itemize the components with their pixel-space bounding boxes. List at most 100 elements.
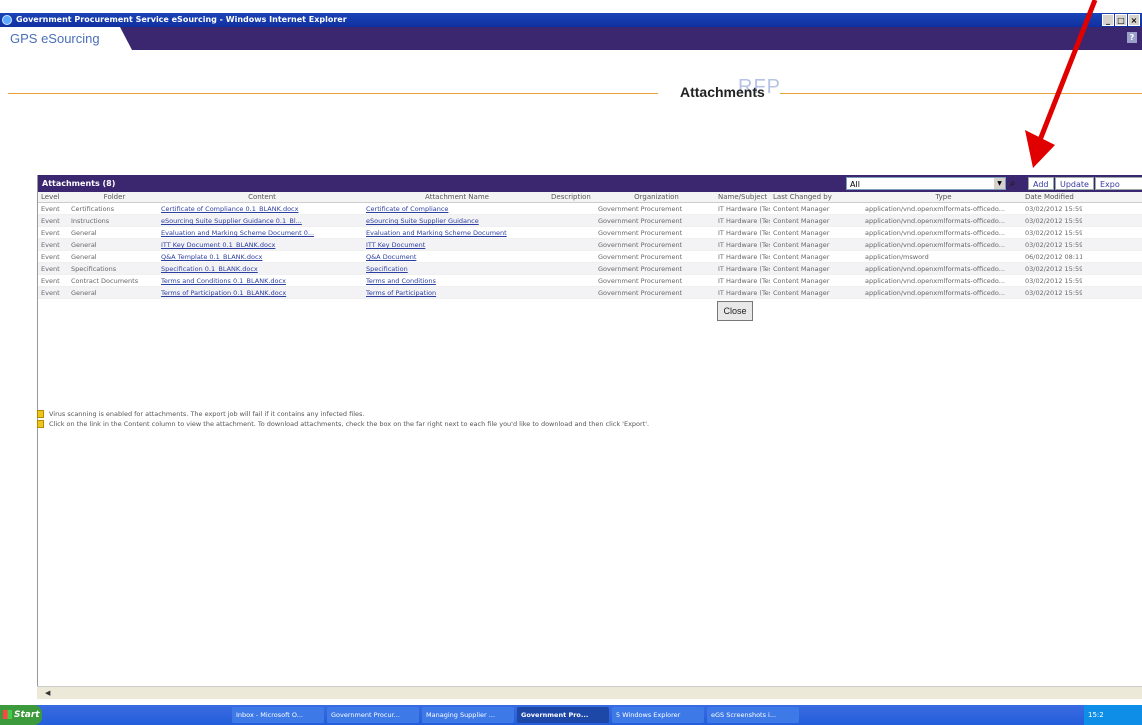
taskbar-item[interactable]: Government Procur... <box>327 707 419 723</box>
col-description[interactable]: Description <box>548 192 595 202</box>
info-icon <box>37 410 44 418</box>
table-row[interactable]: Event Specifications Specification 0.1_B… <box>38 263 1142 275</box>
table-row[interactable]: Event General ITT Key Document 0.1_BLANK… <box>38 239 1142 251</box>
cell-description <box>548 239 595 250</box>
maximize-button[interactable]: □ <box>1115 14 1127 26</box>
content-link[interactable]: Evaluation and Marking Scheme Document 0… <box>158 227 363 238</box>
info-icon <box>37 420 44 428</box>
col-type[interactable]: Type <box>862 192 1022 202</box>
content-link[interactable]: Terms and Conditions 0.1_BLANK.docx <box>158 275 363 286</box>
col-date-modified[interactable]: Date Modified <box>1022 192 1082 202</box>
cell-description <box>548 287 595 298</box>
cell-date-modified: 03/02/2012 15:59 <box>1025 289 1082 297</box>
col-folder[interactable]: Folder <box>68 192 158 202</box>
cell-last-changed-by: Content Manager <box>773 265 830 273</box>
panel-header: Attachments (8) All ▼ ⌕ Add Update Expo <box>38 175 1142 192</box>
taskbar-item[interactable]: Managing Supplier ... <box>422 707 514 723</box>
content-link[interactable]: Specification 0.1_BLANK.docx <box>158 263 363 274</box>
cell-type: application/vnd.openxmlformats-officedo.… <box>865 217 1005 225</box>
start-button[interactable]: Start <box>0 705 42 725</box>
table-row[interactable]: Event Contract Documents Terms and Condi… <box>38 275 1142 287</box>
close-button[interactable]: Close <box>717 301 753 321</box>
table-row[interactable]: Event Certifications Certificate of Comp… <box>38 203 1142 215</box>
taskbar-item[interactable]: 5 Windows Explorer <box>612 707 704 723</box>
col-attachment-name[interactable]: Attachment Name <box>363 192 548 202</box>
cell-name-subject: IT Hardware (Test) <box>718 217 770 225</box>
content-link[interactable]: ITT Key Document 0.1_BLANK.docx <box>158 239 363 250</box>
ie-icon <box>2 15 12 25</box>
cell-description <box>548 263 595 274</box>
cell-last-changed-by: Content Manager <box>773 205 830 213</box>
attachment-link[interactable]: Terms of Participation <box>363 287 548 298</box>
cell-name-subject: IT Hardware (Test) <box>718 241 770 249</box>
cell-last-changed-by: Content Manager <box>773 217 830 225</box>
cell-last-changed-by: Content Manager <box>773 253 830 261</box>
binoculars-icon[interactable]: ⌕ <box>1010 178 1022 189</box>
cell-level: Event <box>41 241 60 249</box>
window-title: Government Procurement Service eSourcing… <box>16 15 347 24</box>
window-controls: _ □ × <box>1102 14 1140 26</box>
cell-organization: Government Procurement <box>598 241 683 249</box>
note-text: Virus scanning is enabled for attachment… <box>49 410 365 418</box>
system-tray-clock[interactable]: 15:2 <box>1084 705 1142 725</box>
dropdown-arrow-icon[interactable]: ▼ <box>994 178 1005 189</box>
col-organization[interactable]: Organization <box>595 192 715 202</box>
content-link[interactable]: Terms of Participation 0.1_BLANK.docx <box>158 287 363 298</box>
attachment-link[interactable]: eSourcing Suite Supplier Guidance <box>363 215 548 226</box>
table-header: Level Folder Content Attachment Name Des… <box>38 192 1142 203</box>
cell-description <box>548 215 595 226</box>
cell-type: application/vnd.openxmlformats-officedo.… <box>865 277 1005 285</box>
cell-folder: General <box>71 229 97 237</box>
cell-date-modified: 03/02/2012 15:59 <box>1025 229 1082 237</box>
attachment-link[interactable]: Terms and Conditions <box>363 275 548 286</box>
cell-type: application/msword <box>865 253 929 261</box>
cell-folder: Instructions <box>71 217 110 225</box>
scroll-left-icon[interactable]: ◀ <box>45 688 55 698</box>
horizontal-scrollbar[interactable]: ◀ <box>37 686 1142 699</box>
col-content[interactable]: Content <box>158 192 363 202</box>
attachment-link[interactable]: Certificate of Compliance <box>363 203 548 214</box>
col-last-changed-by[interactable]: Last Changed by <box>770 192 862 202</box>
table-row[interactable]: Event General Evaluation and Marking Sch… <box>38 227 1142 239</box>
attachment-link[interactable]: Specification <box>363 263 548 274</box>
add-button[interactable]: Add <box>1028 177 1054 190</box>
cell-type: application/vnd.openxmlformats-officedo.… <box>865 265 1005 273</box>
cell-organization: Government Procurement <box>598 265 683 273</box>
attachment-link[interactable]: ITT Key Document <box>363 239 548 250</box>
cell-level: Event <box>41 277 60 285</box>
filter-select[interactable]: All ▼ <box>846 177 1006 190</box>
content-link[interactable]: Certificate of Compliance 0.1_BLANK.docx <box>158 203 363 214</box>
export-button[interactable]: Expo <box>1095 177 1142 190</box>
cell-type: application/vnd.openxmlformats-officedo.… <box>865 289 1005 297</box>
cell-description <box>548 203 595 214</box>
table-row[interactable]: Event General Terms of Participation 0.1… <box>38 287 1142 299</box>
app-banner: GPS eSourcing ? <box>0 27 1142 50</box>
cell-type: application/vnd.openxmlformats-officedo.… <box>865 241 1005 249</box>
attachment-link[interactable]: Q&A Document <box>363 251 548 262</box>
cell-folder: Certifications <box>71 205 115 213</box>
divider-left <box>8 93 658 94</box>
filter-value: All <box>850 180 860 189</box>
taskbar-item-active[interactable]: Government Pro... <box>517 707 609 723</box>
close-window-button[interactable]: × <box>1128 14 1140 26</box>
content-link[interactable]: eSourcing Suite Supplier Guidance 0.1_Bl… <box>158 215 363 226</box>
col-level[interactable]: Level <box>38 192 68 202</box>
taskbar-item[interactable]: Inbox - Microsoft O... <box>232 707 324 723</box>
app-logo[interactable]: GPS eSourcing <box>10 31 100 46</box>
help-icon[interactable]: ? <box>1127 32 1137 43</box>
panel-title: Attachments (8) <box>42 179 116 188</box>
attachment-link[interactable]: Evaluation and Marking Scheme Document <box>363 227 548 238</box>
note-text: Click on the link in the Content column … <box>49 420 650 428</box>
cell-description <box>548 251 595 262</box>
table-body: Event Certifications Certificate of Comp… <box>38 203 1142 299</box>
table-row[interactable]: Event Instructions eSourcing Suite Suppl… <box>38 215 1142 227</box>
quick-launch <box>42 705 232 725</box>
update-button[interactable]: Update <box>1055 177 1094 190</box>
cell-last-changed-by: Content Manager <box>773 229 830 237</box>
cell-level: Event <box>41 265 60 273</box>
col-name-subject[interactable]: Name/Subject <box>715 192 770 202</box>
table-row[interactable]: Event General Q&A Template 0.1_BLANK.doc… <box>38 251 1142 263</box>
content-link[interactable]: Q&A Template 0.1_BLANK.docx <box>158 251 363 262</box>
taskbar-item[interactable]: eGS Screenshots i... <box>707 707 799 723</box>
attachments-panel: Attachments (8) All ▼ ⌕ Add Update Expo … <box>37 175 1142 690</box>
